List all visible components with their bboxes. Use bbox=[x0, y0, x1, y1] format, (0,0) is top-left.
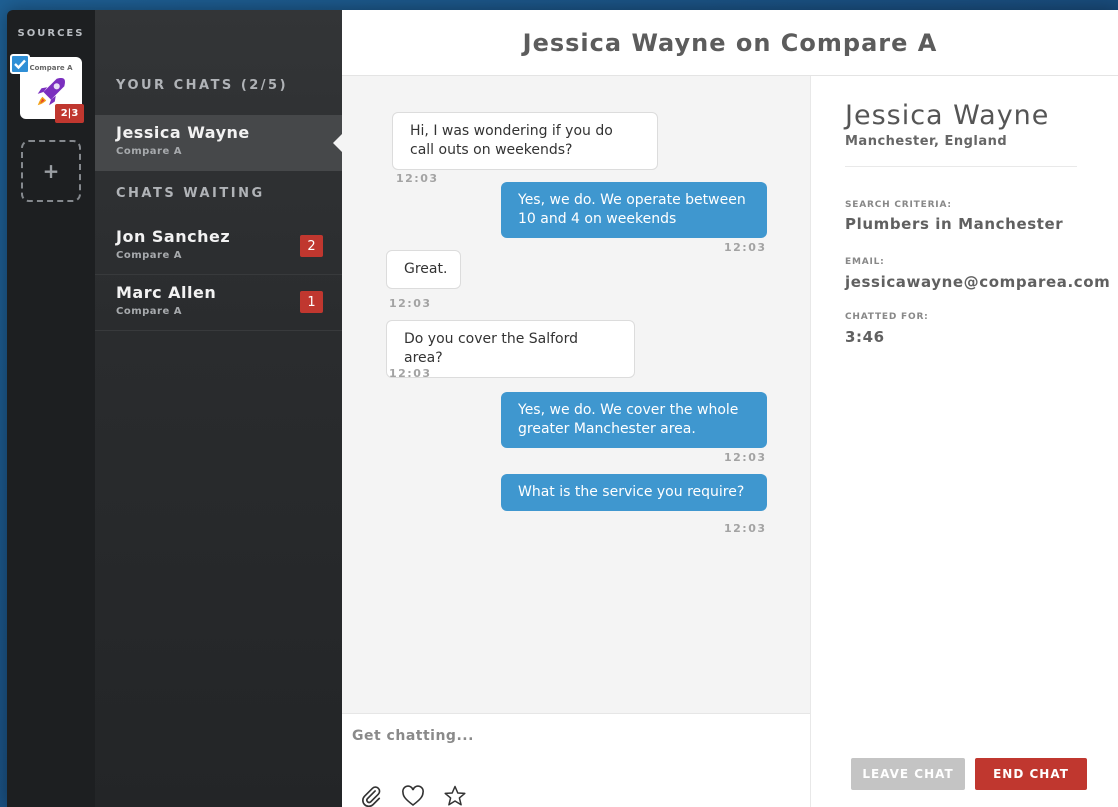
plus-icon: + bbox=[42, 159, 60, 183]
details-divider bbox=[845, 166, 1077, 167]
visitor-details-pane: Jessica Wayne Manchester, England SEARCH… bbox=[810, 76, 1118, 807]
email-label: EMAIL: bbox=[845, 257, 885, 267]
chat-item-active[interactable]: Jessica Wayne Compare A bbox=[95, 115, 343, 171]
outgoing-message: Yes, we do. We operate between 10 and 4 … bbox=[501, 182, 767, 238]
unread-count-badge: 1 bbox=[300, 291, 323, 313]
message-time: 12:03 bbox=[724, 241, 767, 254]
message-time: 12:03 bbox=[389, 367, 432, 380]
message-composer bbox=[342, 713, 810, 807]
incoming-message: Great. bbox=[386, 250, 461, 289]
chat-item-waiting[interactable]: Jon Sanchez Compare A 2 bbox=[95, 219, 342, 275]
message-input[interactable] bbox=[352, 722, 792, 750]
chatted-for-label: CHATTED FOR: bbox=[845, 312, 929, 322]
message-time: 12:03 bbox=[389, 297, 432, 310]
heart-icon[interactable] bbox=[399, 782, 427, 807]
page-title: Jessica Wayne on Compare A bbox=[342, 10, 1118, 76]
sources-column: SOURCES Compare A 2|3 + bbox=[7, 10, 95, 807]
leave-chat-button[interactable]: LEAVE CHAT bbox=[851, 758, 965, 790]
conversation-pane[interactable]: Hi, I was wondering if you do call outs … bbox=[342, 76, 810, 713]
chats-waiting-heading: CHATS WAITING bbox=[116, 186, 265, 201]
sources-label: SOURCES bbox=[17, 28, 85, 39]
chats-column: YOUR CHATS (2/5) Jessica Wayne Compare A… bbox=[95, 10, 343, 807]
check-icon bbox=[14, 59, 26, 70]
message-time: 12:03 bbox=[724, 451, 767, 464]
message-time: 12:03 bbox=[724, 522, 767, 535]
star-icon[interactable] bbox=[441, 782, 469, 807]
outgoing-message: Yes, we do. We cover the whole greater M… bbox=[501, 392, 767, 448]
main-panel: Jessica Wayne on Compare A Hi, I was won… bbox=[342, 10, 1118, 807]
chat-name: Jessica Wayne bbox=[116, 123, 250, 142]
message-time: 12:03 bbox=[396, 172, 439, 185]
unread-count-badge: 2 bbox=[300, 235, 323, 257]
your-chats-heading: YOUR CHATS (2/5) bbox=[116, 78, 289, 93]
incoming-message: Hi, I was wondering if you do call outs … bbox=[392, 112, 658, 170]
source-chat-count-badge: 2|3 bbox=[55, 104, 84, 123]
visitor-location: Manchester, England bbox=[845, 134, 1008, 149]
add-source-button[interactable]: + bbox=[21, 140, 81, 202]
search-criteria-value: Plumbers in Manchester bbox=[845, 215, 1064, 233]
chat-source: Compare A bbox=[116, 250, 182, 261]
email-value: jessicawayne@comparea.com bbox=[845, 273, 1111, 291]
chat-source: Compare A bbox=[116, 306, 182, 317]
composer-toolbar bbox=[357, 782, 469, 807]
chat-source: Compare A bbox=[116, 146, 182, 157]
chat-item-waiting[interactable]: Marc Allen Compare A 1 bbox=[95, 275, 342, 331]
chat-name: Marc Allen bbox=[116, 283, 217, 302]
chatted-for-value: 3:46 bbox=[845, 328, 885, 346]
source-selected-checkbox[interactable] bbox=[10, 54, 30, 74]
end-chat-button[interactable]: END CHAT bbox=[975, 758, 1087, 790]
chat-name: Jon Sanchez bbox=[116, 227, 231, 246]
visitor-name: Jessica Wayne bbox=[845, 100, 1050, 131]
chat-app-window: SOURCES Compare A 2|3 + YOUR CHATS (2/5) bbox=[7, 10, 1118, 807]
paperclip-icon[interactable] bbox=[357, 782, 385, 807]
outgoing-message: What is the service you require? bbox=[501, 474, 767, 511]
search-criteria-label: SEARCH CRITERIA: bbox=[845, 200, 952, 210]
